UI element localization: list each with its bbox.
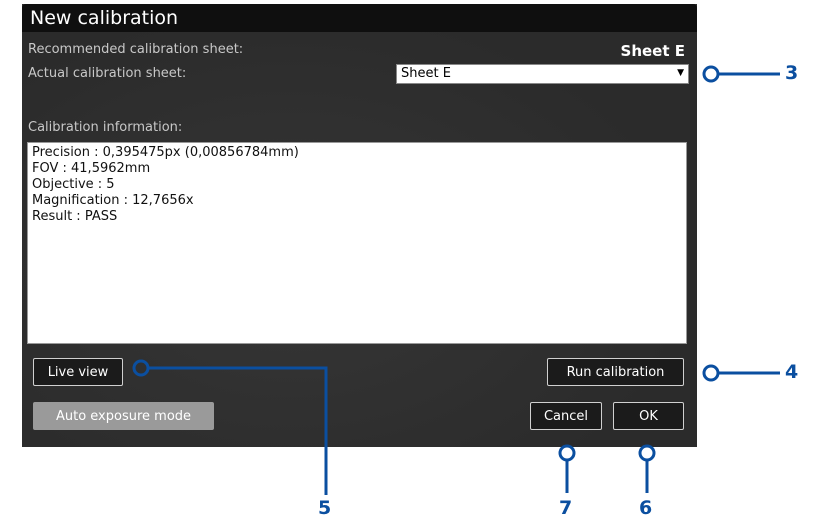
callout-7-number: 7 <box>559 497 573 519</box>
callout-6-number: 6 <box>639 497 653 519</box>
callout-5-circle <box>132 359 150 377</box>
callout-5-number: 5 <box>318 497 332 519</box>
callout-4-circle <box>702 364 720 382</box>
callout-7-circle <box>558 444 576 462</box>
callout-4-number: 4 <box>785 361 799 383</box>
callout-overlay <box>132 65 780 495</box>
callout-3-number: 3 <box>785 62 799 84</box>
callout-5-line <box>148 366 328 495</box>
callout-6-circle <box>638 444 656 462</box>
callout-3-circle <box>702 65 720 83</box>
